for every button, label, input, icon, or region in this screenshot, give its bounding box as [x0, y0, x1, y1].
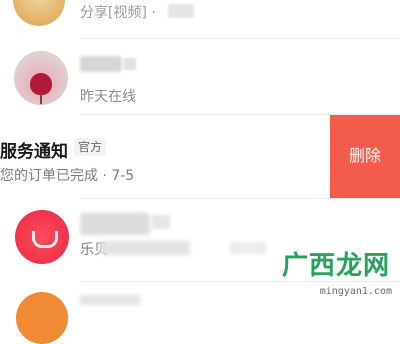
logo-icon [32, 231, 58, 248]
blurred-contact-name [80, 213, 150, 235]
blurred-contact-name [152, 215, 170, 229]
chat-list-item-swiped[interactable]: 服务通知 官方 您的订单已完成 · 7-5 删除 [0, 115, 400, 198]
divider [80, 38, 400, 39]
online-status: 昨天在线 [80, 89, 136, 105]
last-message-preview: 分享[视频] · [80, 5, 156, 21]
blurred-contact-name [80, 56, 122, 72]
avatar [13, 0, 65, 26]
chat-list-item[interactable]: 昨天在线 [0, 40, 400, 114]
chat-list-item[interactable]: 分享[视频] · [0, 0, 400, 38]
blurred-text [230, 242, 266, 254]
watermark-url: mingyan1.com [319, 286, 392, 297]
flower-stem [40, 92, 42, 104]
blurred-contact-name [124, 58, 136, 70]
delete-button[interactable]: 删除 [330, 115, 400, 198]
blurred-text [100, 241, 190, 255]
last-message-preview: 您的订单已完成 · 7-5 [0, 168, 135, 184]
watermark-text: 广西龙网 [281, 251, 390, 281]
blurred-contact-name [80, 295, 140, 305]
official-badge: 官方 [74, 138, 107, 156]
blurred-text [168, 4, 194, 18]
contact-name: 服务通知 [0, 142, 68, 162]
